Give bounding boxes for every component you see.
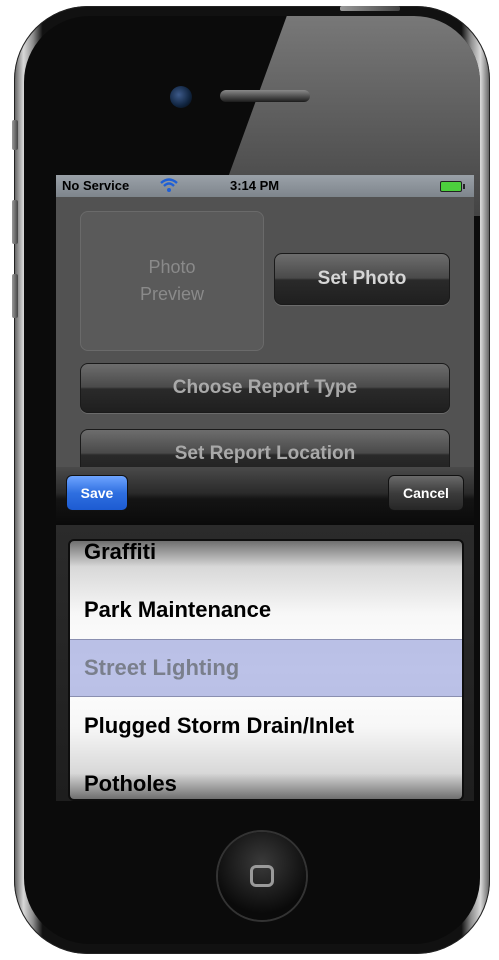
photo-preview: Photo Preview [80, 211, 264, 351]
save-label: Save [80, 485, 114, 501]
set-report-location-label: Set Report Location [174, 443, 356, 464]
cancel-button[interactable]: Cancel [388, 475, 464, 511]
picker-item-park-maintenance[interactable]: Park Maintenance [84, 597, 271, 623]
mute-switch [12, 120, 18, 150]
choose-report-type-button[interactable]: Choose Report Type [80, 363, 450, 413]
status-time: 3:14 PM [230, 178, 280, 193]
report-form: Photo Preview Set Photo Choose Report Ty… [56, 197, 474, 479]
screen: No Service 3:14 PM Photo Preview Set Pho… [56, 175, 474, 801]
power-button [340, 6, 400, 11]
picker-wheel[interactable]: Graffiti Park Maintenance Street Lightin… [68, 539, 464, 801]
battery-icon [440, 181, 465, 192]
carrier-label: No Service [62, 178, 130, 193]
set-photo-button[interactable]: Set Photo [274, 253, 450, 305]
choose-report-type-label: Choose Report Type [172, 377, 358, 398]
earpiece-speaker [220, 90, 310, 102]
picker-item-street-lighting[interactable]: Street Lighting [84, 655, 239, 681]
front-camera-icon [170, 86, 192, 108]
set-photo-label: Set Photo [317, 268, 407, 289]
picker-item-plugged-storm-drain[interactable]: Plugged Storm Drain/Inlet [84, 713, 354, 739]
wifi-icon [160, 178, 178, 192]
volume-down-button [12, 274, 18, 318]
save-button[interactable]: Save [66, 475, 128, 511]
volume-up-button [12, 200, 18, 244]
picker-item-graffiti[interactable]: Graffiti [84, 541, 156, 565]
report-type-picker: Graffiti Park Maintenance Street Lightin… [56, 525, 474, 801]
picker-toolbar: Save Cancel [56, 467, 474, 525]
picker-item-potholes[interactable]: Potholes [84, 771, 177, 797]
photo-preview-label: Photo Preview [139, 257, 205, 304]
status-bar: No Service 3:14 PM [56, 175, 474, 197]
home-square-icon [250, 865, 274, 887]
cancel-label: Cancel [403, 485, 449, 501]
